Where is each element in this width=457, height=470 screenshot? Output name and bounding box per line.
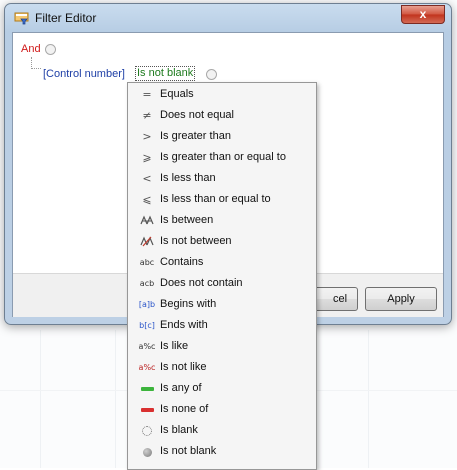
menu-item-label: Is not between [160,235,232,247]
menu-item-none-of[interactable]: Is none of [129,399,315,420]
menu-item-label: Is greater than or equal to [160,151,286,163]
menu-item-is-like[interactable]: a%c Is like [129,336,315,357]
menu-item-ends-with[interactable]: b[c] Ends with [129,315,315,336]
menu-item-label: Contains [160,256,204,268]
menu-item-equals[interactable]: = Equals [129,84,315,105]
menu-item-is-not-like[interactable]: a%c Is not like [129,357,315,378]
blank-icon [136,420,158,441]
menu-item-label: Equals [160,88,194,100]
menu-item-label: Is not blank [160,445,217,457]
menu-item-does-not-equal[interactable]: ≠ Does not equal [129,105,315,126]
menu-item-is-not-blank[interactable]: Is not blank [129,441,315,462]
tree-connector [31,57,41,69]
menu-item-label: Is less than or equal to [160,193,271,205]
equals-icon: = [142,88,152,101]
menu-item-between[interactable]: Is between [129,210,315,231]
window-title: Filter Editor [35,11,97,25]
menu-item-greater-or-equal[interactable]: ⩾ Is greater than or equal to [129,147,315,168]
contains-icon: abc [139,258,155,267]
menu-item-label: Is any of [160,382,202,394]
greater-than-icon: > [142,130,152,143]
menu-item-label: Does not contain [160,277,243,289]
cancel-button-label: cel [333,293,348,305]
any-of-icon [136,378,158,399]
group-operator-link[interactable]: And [21,43,41,55]
ends-with-icon: b[c] [139,321,155,330]
begins-with-icon: [a]b [138,300,156,309]
menu-item-begins-with[interactable]: [a]b Begins with [129,294,315,315]
grid-line [368,330,369,468]
apply-button[interactable]: Apply [365,287,437,311]
not-contain-icon: acb [139,279,155,288]
not-between-icon [140,236,154,247]
operator-dropdown-menu: = Equals ≠ Does not equal > Is greater t… [127,82,317,470]
menu-item-contains[interactable]: abc Contains [129,252,315,273]
greater-or-equal-icon: ⩾ [142,151,152,164]
menu-item-label: Ends with [160,319,208,331]
menu-item-label: Is less than [160,172,216,184]
menu-item-less-than[interactable]: < Is less than [129,168,315,189]
not-equal-icon: ≠ [142,109,152,122]
menu-item-label: Begins with [160,298,217,310]
not-like-icon: a%c [138,363,156,372]
less-than-icon: < [142,172,152,185]
menu-item-is-blank[interactable]: Is blank [129,420,315,441]
add-condition-icon[interactable] [45,44,56,55]
not-blank-icon [136,441,158,462]
filter-editor-icon [14,12,29,25]
close-button[interactable]: x [401,5,445,24]
condition-value-icon[interactable] [206,69,217,80]
menu-item-label: Is between [160,214,214,226]
like-icon: a%c [138,342,156,351]
between-icon [140,215,154,225]
grid-line [115,330,116,468]
menu-item-label: Is like [160,340,189,352]
grid-line [40,330,41,468]
condition-field-link[interactable]: [Control number] [43,68,125,80]
menu-item-greater-than[interactable]: > Is greater than [129,126,315,147]
menu-item-label: Is none of [160,403,209,415]
close-icon: x [419,7,427,21]
menu-item-any-of[interactable]: Is any of [129,378,315,399]
menu-item-does-not-contain[interactable]: acb Does not contain [129,273,315,294]
condition-operator-link[interactable]: Is not blank [135,66,196,81]
menu-item-not-between[interactable]: Is not between [129,231,315,252]
menu-item-label: Is blank [160,424,198,436]
none-of-icon [136,399,158,420]
menu-item-less-or-equal[interactable]: ⩽ Is less than or equal to [129,189,315,210]
title-bar[interactable]: Filter Editor x [5,4,451,32]
menu-item-label: Does not equal [160,109,234,121]
apply-button-label: Apply [387,293,415,305]
menu-item-label: Is greater than [160,130,231,142]
menu-item-label: Is not like [160,361,207,373]
less-or-equal-icon: ⩽ [142,193,152,206]
